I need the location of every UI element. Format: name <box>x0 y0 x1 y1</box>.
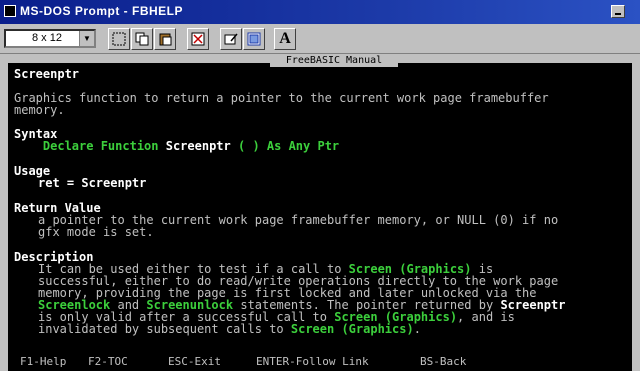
console-screen[interactable]: FreeBASIC Manual Screenptr Graphics func… <box>8 55 632 371</box>
return-line: gfx mode is set. <box>38 225 154 239</box>
syntax-args: ( ) As Any Ptr <box>238 139 340 153</box>
font-button[interactable]: A <box>274 28 296 50</box>
link-screen-graphics[interactable]: Screen (Graphics) <box>291 322 414 336</box>
minimize-button[interactable] <box>611 5 625 18</box>
status-enter-follow-link[interactable]: ENTER-Follow Link <box>256 352 369 371</box>
toolbar: 8 x 12 ▼ A <box>0 24 640 54</box>
syntax-line: Declare Function Screenptr ( ) As Any Pt… <box>14 140 339 152</box>
font-size-select[interactable]: 8 x 12 ▼ <box>4 29 96 48</box>
properties-icon <box>224 33 238 45</box>
keyword: Declare Function <box>42 139 159 153</box>
status-bar: F1-Help F2-TOC ESC-Exit ENTER-Follow Lin… <box>8 352 632 371</box>
description-line: memory. <box>14 103 65 117</box>
description-line: invalidated by subsequent calls to Scree… <box>38 322 421 336</box>
status-esc-exit[interactable]: ESC-Exit <box>168 352 221 371</box>
description-line: Graphics function to return a pointer to… <box>14 91 549 105</box>
mark-icon <box>112 32 126 46</box>
status-f1-help[interactable]: F1-Help <box>20 352 66 371</box>
properties-button[interactable] <box>220 28 242 50</box>
status-bs-back[interactable]: BS-Back <box>420 352 466 371</box>
paste-button[interactable] <box>154 28 176 50</box>
paste-icon <box>159 33 172 46</box>
window-icon[interactable] <box>4 5 16 17</box>
copy-button[interactable] <box>131 28 153 50</box>
window-title: MS-DOS Prompt - FBHELP <box>20 4 183 18</box>
copy-icon <box>135 32 149 46</box>
font-size-value: 8 x 12 <box>32 32 62 44</box>
minimize-icon <box>615 13 621 15</box>
mark-button[interactable] <box>108 28 130 50</box>
status-f2-toc[interactable]: F2-TOC <box>88 352 128 371</box>
help-header-title: FreeBASIC Manual <box>270 55 398 67</box>
usage-line: ret = Screenptr <box>38 176 147 190</box>
background-button[interactable] <box>243 28 265 50</box>
fullscreen-button[interactable] <box>187 28 209 50</box>
topic-title: Screenptr <box>14 67 80 81</box>
fullscreen-icon <box>191 32 205 46</box>
function-name: Screenptr <box>165 139 231 153</box>
background-icon <box>247 32 261 46</box>
title-bar: MS-DOS Prompt - FBHELP <box>0 0 640 24</box>
chevron-down-icon[interactable]: ▼ <box>79 31 94 46</box>
